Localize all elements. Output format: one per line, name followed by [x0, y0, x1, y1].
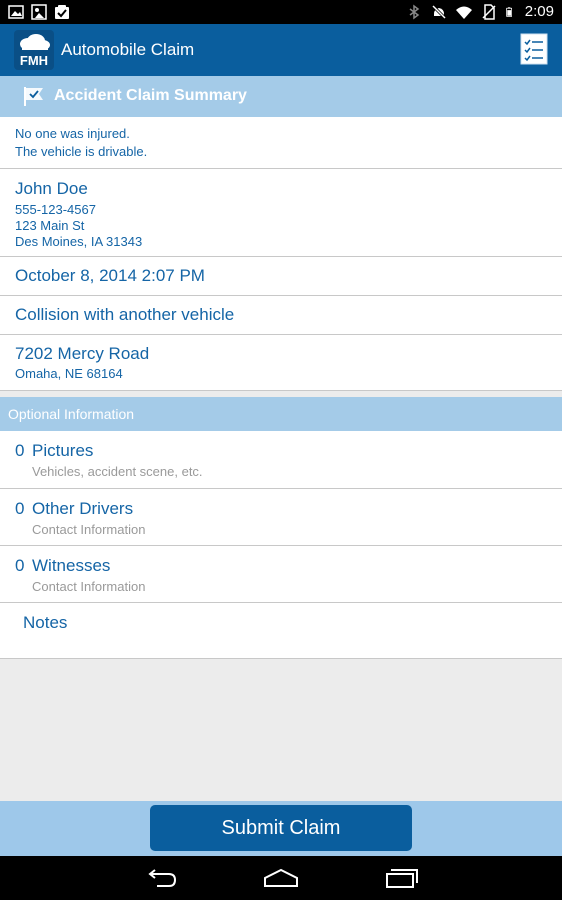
- contact-name: John Doe: [15, 179, 88, 198]
- navigation-bar: [0, 856, 562, 900]
- fmh-logo[interactable]: FMH: [14, 30, 54, 70]
- task-notification-icon: [55, 5, 69, 19]
- notes-row[interactable]: Notes: [0, 603, 562, 659]
- bluetooth-icon: [409, 4, 420, 19]
- flag-icon: [24, 87, 43, 106]
- witnesses-label: Witnesses: [32, 556, 111, 575]
- image-notification-icon: [8, 5, 24, 19]
- mute-icon: [431, 4, 446, 19]
- witnesses-subtitle: Contact Information: [32, 579, 146, 594]
- accident-datetime: October 8, 2014 2:07 PM: [15, 266, 205, 285]
- datetime-card[interactable]: October 8, 2014 2:07 PM: [0, 257, 562, 296]
- wifi-icon: [455, 6, 472, 19]
- battery-icon: [506, 6, 512, 17]
- injury-status-card[interactable]: No one was injured. The vehicle is driva…: [0, 117, 562, 169]
- drivable-text: The vehicle is drivable.: [15, 144, 148, 159]
- pictures-subtitle: Vehicles, accident scene, etc.: [32, 464, 203, 479]
- witnesses-row[interactable]: 0 Witnesses Contact Information: [0, 546, 562, 603]
- location-street: 7202 Mercy Road: [15, 344, 150, 363]
- app-bar: FMH Automobile Claim: [0, 24, 562, 76]
- contact-street: 123 Main St: [15, 218, 85, 233]
- summary-header: Accident Claim Summary: [0, 76, 562, 117]
- app-title: Automobile Claim: [61, 40, 195, 59]
- location-card[interactable]: 7202 Mercy Road Omaha, NE 68164: [0, 335, 562, 391]
- home-icon[interactable]: [263, 866, 299, 890]
- contact-city: Des Moines, IA 31343: [15, 234, 143, 249]
- pictures-count: 0: [15, 441, 25, 460]
- accident-type-card[interactable]: Collision with another vehicle: [0, 296, 562, 335]
- bottom-bar: Submit Claim: [0, 801, 562, 856]
- checklist-icon[interactable]: [520, 33, 548, 65]
- contact-card[interactable]: John Doe 555-123-4567 123 Main St Des Mo…: [0, 169, 562, 257]
- status-time: 2:09: [524, 3, 554, 20]
- injury-text: No one was injured.: [15, 126, 130, 141]
- other-drivers-count: 0: [15, 499, 25, 518]
- other-drivers-label: Other Drivers: [32, 499, 134, 518]
- summary-title: Accident Claim Summary: [54, 87, 247, 104]
- witnesses-count: 0: [15, 556, 25, 575]
- pictures-row[interactable]: 0 Pictures Vehicles, accident scene, etc…: [0, 431, 562, 489]
- optional-info-header: Optional Information: [0, 397, 562, 431]
- no-sim-icon: [482, 3, 496, 20]
- optional-info-title: Optional Information: [8, 406, 135, 422]
- pictures-label: Pictures: [32, 441, 94, 460]
- recent-apps-icon[interactable]: [384, 866, 420, 890]
- notes-label: Notes: [23, 613, 68, 632]
- logo-text: FMH: [20, 53, 48, 68]
- location-city: Omaha, NE 68164: [15, 366, 123, 381]
- gallery-notification-icon: [31, 4, 47, 20]
- accident-type: Collision with another vehicle: [15, 305, 235, 324]
- submit-claim-button[interactable]: Submit Claim: [150, 805, 412, 851]
- contact-phone: 555-123-4567: [15, 202, 96, 217]
- status-bar: 2:09: [0, 0, 562, 24]
- back-icon[interactable]: [143, 866, 179, 890]
- other-drivers-row[interactable]: 0 Other Drivers Contact Information: [0, 489, 562, 546]
- other-drivers-subtitle: Contact Information: [32, 522, 146, 537]
